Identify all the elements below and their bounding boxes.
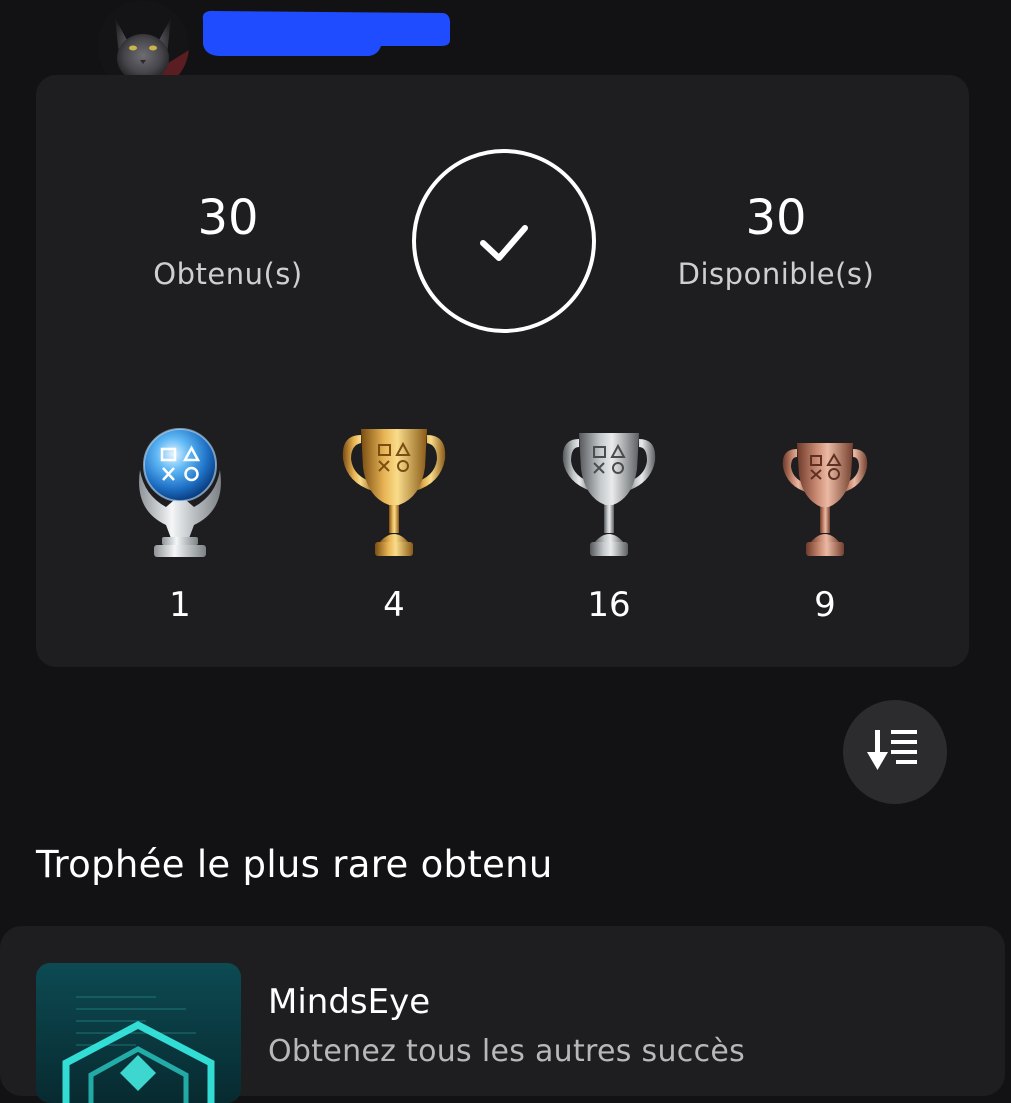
platinum-trophy-icon <box>139 428 221 557</box>
gold-trophy-icon <box>342 429 446 556</box>
rarest-trophy-card[interactable]: MindsEye Obtenez tous les autres succès <box>0 926 1005 1103</box>
sort-descending-icon <box>867 730 917 770</box>
redacted-username <box>202 10 451 56</box>
earned-label: Obtenu(s) <box>153 257 303 291</box>
gold-count: 4 <box>383 585 405 625</box>
sort-button[interactable] <box>843 700 947 804</box>
silver-trophy-icon <box>562 433 656 556</box>
available-count: 30 <box>745 190 807 246</box>
trophy-thumbnail <box>36 963 241 1103</box>
gold-trophy: 4 <box>329 425 459 625</box>
available-stat: 30 Disponible(s) <box>646 190 906 294</box>
platinum-trophy: 1 <box>115 425 245 625</box>
earned-count: 30 <box>197 190 259 246</box>
rarest-trophy-heading: Trophée le plus rare obtenu <box>36 843 553 886</box>
bronze-trophy: 9 <box>760 425 890 625</box>
trophy-summary-card: 30 Obtenu(s) 30 Disponible(s) 1 4 16 9 <box>36 75 969 667</box>
silver-count: 16 <box>587 585 631 625</box>
available-label: Disponible(s) <box>677 257 875 291</box>
silver-trophy: 16 <box>544 425 674 625</box>
bronze-trophy-icon <box>782 443 868 556</box>
checkmark-circle-icon <box>412 149 596 333</box>
rarest-trophy-description: Obtenez tous les autres succès <box>268 1034 746 1069</box>
game-artwork-image <box>36 963 241 1103</box>
bronze-count: 9 <box>814 585 836 625</box>
rarest-game-title: MindsEye <box>268 982 431 1022</box>
earned-stat: 30 Obtenu(s) <box>98 190 358 294</box>
platinum-count: 1 <box>169 585 191 625</box>
